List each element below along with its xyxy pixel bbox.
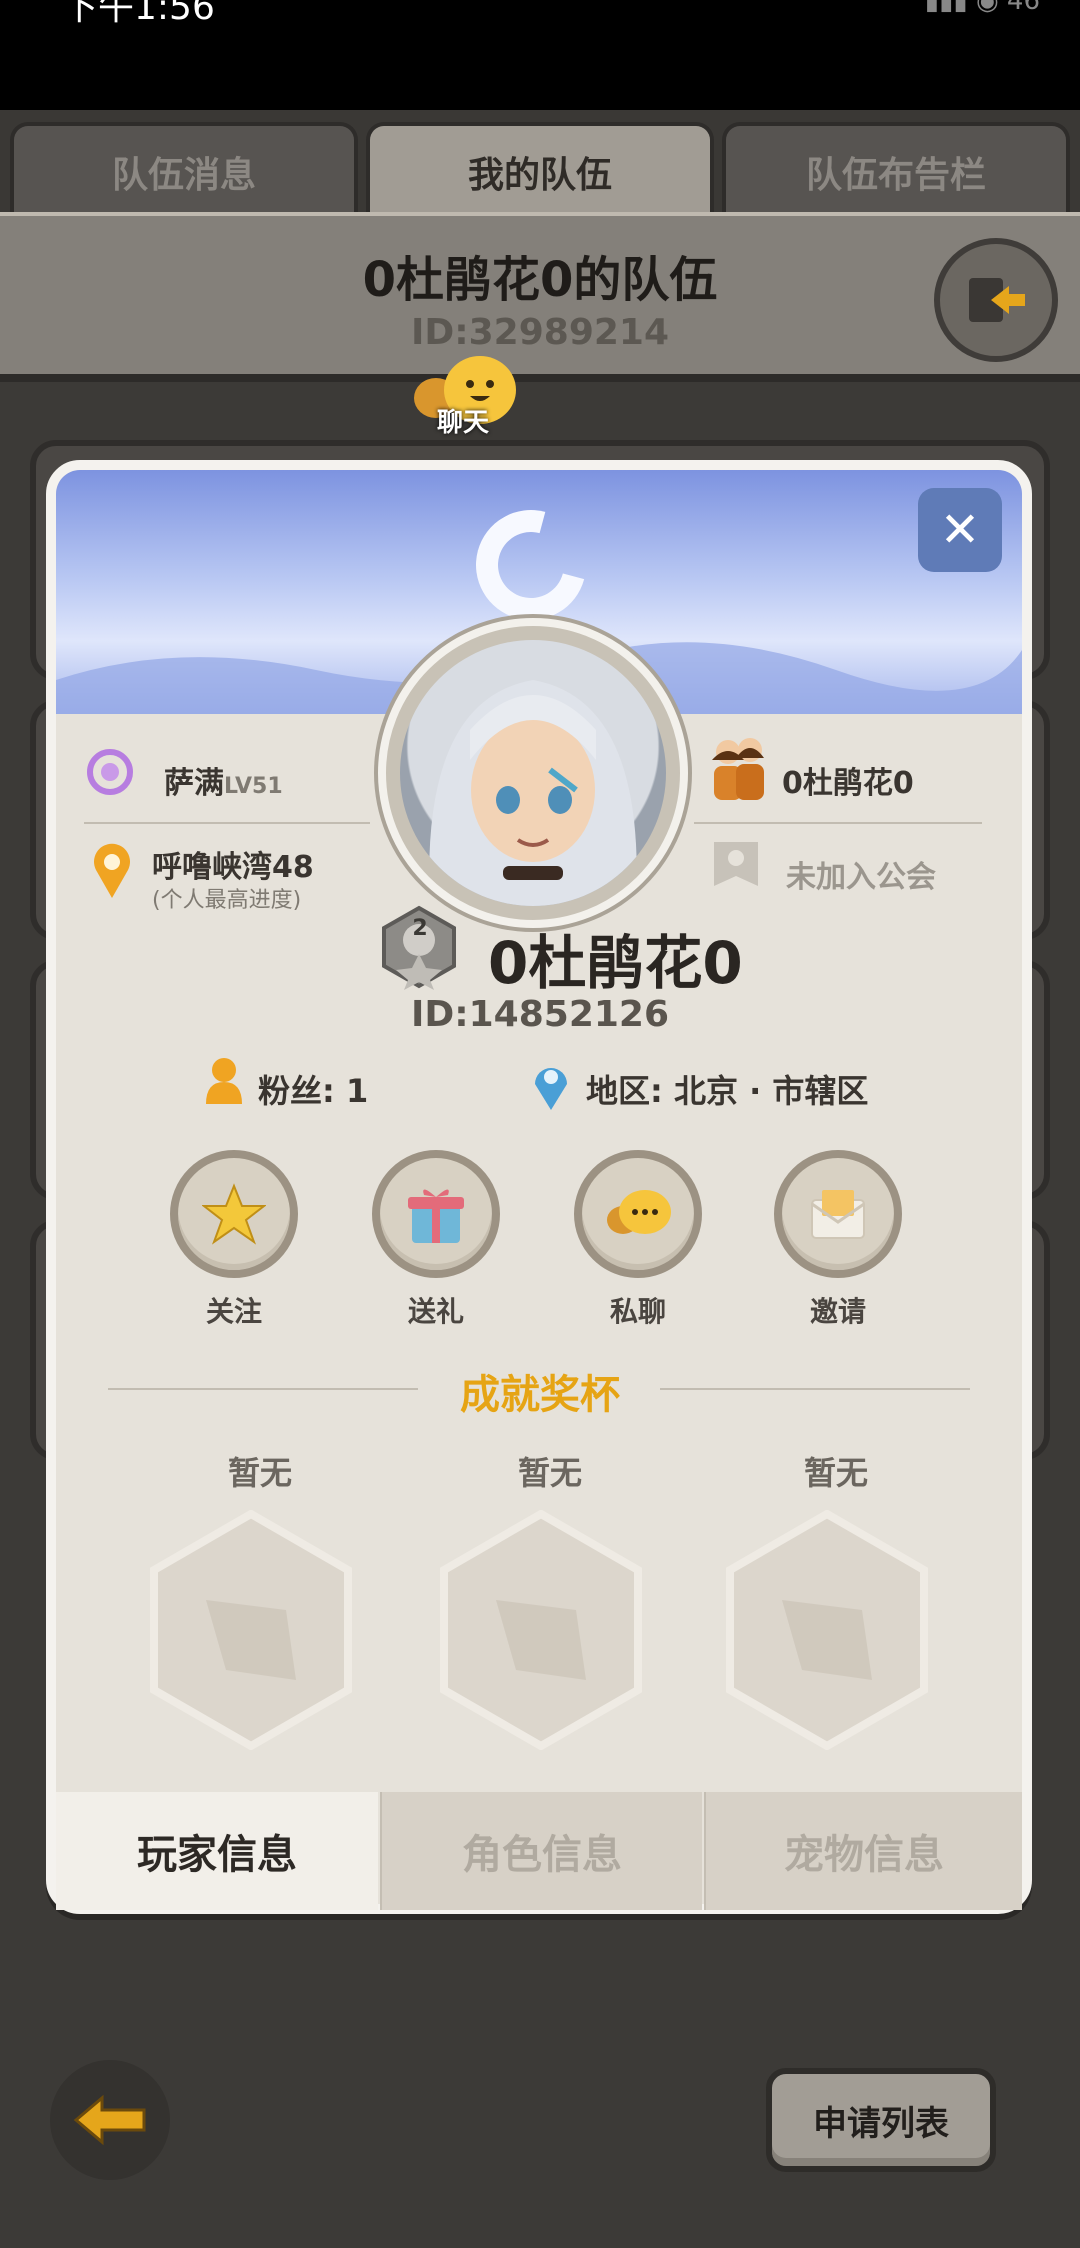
exit-icon	[969, 278, 1025, 322]
private-chat-label: 私聊	[609, 1295, 666, 1328]
follow-label: 关注	[205, 1295, 262, 1328]
status-bar: 下午1:56 ▮▮▮ ◉ 46	[0, 0, 1080, 110]
trophy-slot-empty	[440, 1510, 642, 1750]
shaman-class-icon	[87, 749, 133, 795]
tab-pet-info[interactable]: 宠物信息	[704, 1792, 1022, 1910]
exit-team-button[interactable]	[934, 238, 1058, 362]
guild-icon	[714, 842, 758, 886]
team-name: 0杜鹃花0的队伍	[362, 252, 718, 308]
gift-icon	[408, 1189, 464, 1243]
trophy-label: 暂无	[517, 1454, 582, 1492]
tab-team-messages[interactable]: 队伍消息	[10, 122, 358, 218]
guild-status: 未加入公会	[786, 860, 936, 895]
close-button[interactable]: ✕	[918, 488, 1002, 572]
envelope-icon	[811, 1190, 865, 1239]
class-level: LV51	[224, 774, 283, 799]
trophy-slot-empty	[726, 1510, 928, 1750]
tab-team-board[interactable]: 队伍布告栏	[722, 122, 1070, 218]
back-arrow-icon	[73, 2094, 146, 2146]
gift-label: 送礼	[407, 1295, 464, 1328]
trophy-label: 暂无	[803, 1454, 868, 1492]
location-pin-icon	[94, 843, 130, 898]
trophy-slot-empty	[150, 1510, 352, 1750]
trophy-section-title: 成就奖杯	[460, 1372, 620, 1418]
divider	[694, 822, 982, 824]
progress-sub: (个人最高进度)	[152, 888, 302, 913]
star-icon	[202, 1183, 266, 1245]
trophy-label: 暂无	[227, 1454, 292, 1492]
team-member-icon	[712, 738, 764, 800]
chat-icon	[607, 1190, 671, 1234]
progress-name: 呼噜峡湾48	[152, 850, 314, 885]
divider	[84, 822, 370, 824]
team-id: ID:32989214	[410, 312, 670, 353]
chat-label: 聊天	[436, 408, 489, 438]
close-icon: ✕	[939, 502, 981, 558]
tab-my-team[interactable]: 我的队伍	[366, 122, 714, 218]
player-name: 0杜鹃花0	[488, 929, 743, 997]
fans-count: 粉丝: 1	[258, 1072, 369, 1110]
application-list-button[interactable]: 申请列表	[766, 2068, 996, 2172]
gift-button[interactable]	[372, 1150, 500, 1278]
player-id: ID:14852126	[410, 994, 670, 1035]
status-icons: ▮▮▮ ◉ 46	[924, 0, 1040, 16]
class-name: 萨满	[164, 766, 224, 801]
back-button[interactable]	[50, 2060, 170, 2180]
region-text: 地区: 北京 · 市辖区	[586, 1072, 869, 1110]
status-time: 下午1:56	[62, 0, 215, 28]
fans-icon	[206, 1058, 242, 1104]
private-chat-button[interactable]	[574, 1150, 702, 1278]
player-class: 萨满LV51	[164, 758, 283, 802]
avatar-portrait	[429, 680, 637, 906]
follow-button[interactable]	[170, 1150, 298, 1278]
tab-player-info[interactable]: 玩家信息	[56, 1792, 378, 1910]
tab-character-info[interactable]: 角色信息	[380, 1792, 702, 1910]
avatar[interactable]	[400, 640, 666, 906]
region-pin-icon	[535, 1068, 567, 1110]
team-member-name: 0杜鹃花0	[782, 766, 914, 801]
rank-number: 2	[412, 916, 428, 941]
invite-label: 邀请	[809, 1295, 866, 1328]
invite-button[interactable]	[774, 1150, 902, 1278]
